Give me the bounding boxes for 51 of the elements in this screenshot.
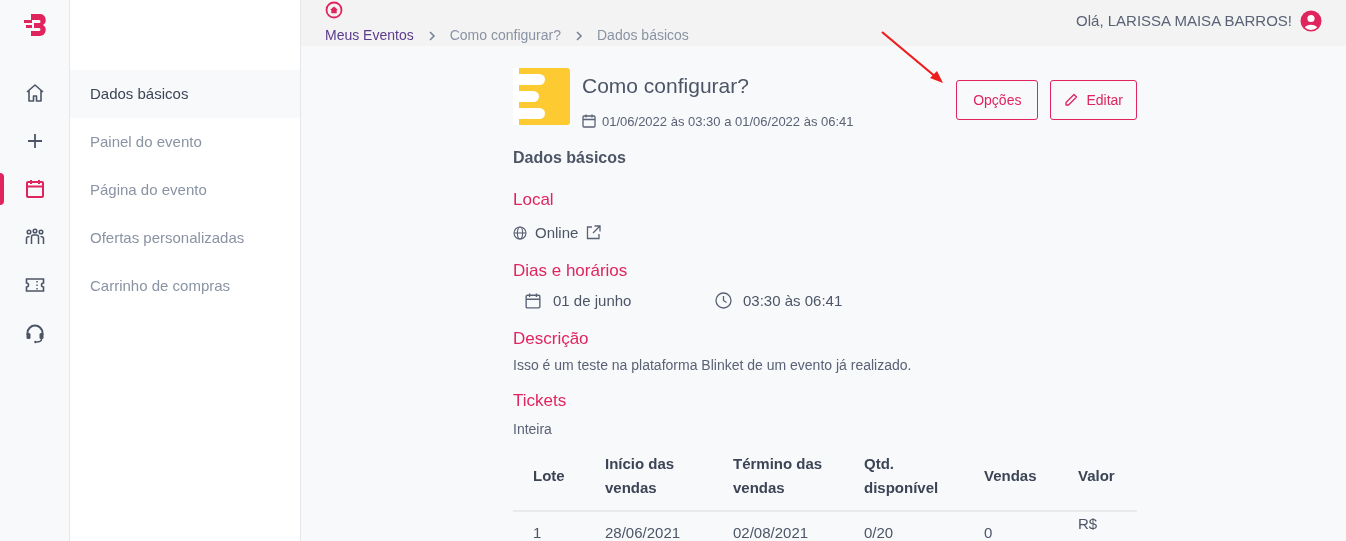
chevron-right-icon (575, 30, 583, 41)
active-indicator (0, 173, 4, 205)
event-date: 01 de junho (553, 290, 633, 311)
column-header: Término das vendas (733, 448, 864, 511)
section-heading: Local (513, 189, 555, 211)
calendar-icon (582, 114, 596, 129)
globe-icon (513, 225, 527, 240)
calendar-icon (525, 292, 541, 309)
headset-icon[interactable] (23, 322, 46, 344)
table-cell: 02/08/2021 (733, 511, 864, 541)
event-time: 03:30 às 06:41 (743, 290, 843, 311)
clock-icon (715, 292, 732, 310)
submenu-item[interactable]: Dados básicos (70, 70, 300, 118)
table-cell: 0 (984, 511, 1078, 541)
options-button[interactable]: Opções (956, 80, 1039, 120)
submenu-item[interactable]: Página do evento (70, 166, 300, 214)
location-link[interactable]: Online (535, 221, 579, 244)
section-heading: Descrição (513, 328, 590, 350)
submenu-item[interactable]: Painel do evento (70, 118, 300, 166)
column-header: Qtd. disponível (864, 448, 984, 511)
calendar-icon[interactable] (23, 178, 46, 200)
event-logo-drawing (513, 68, 570, 125)
column-header: Lote (513, 448, 605, 511)
user-avatar-icon[interactable] (1300, 10, 1322, 33)
description-text: Isso é um teste na plataforma Blinket de um evento já realizado. (513, 355, 913, 375)
table-cell: R$ (1078, 511, 1137, 541)
section-heading: Dias e horários (513, 260, 629, 282)
table-cell: 28/06/2021 (605, 511, 733, 541)
annotation-arrow (879, 30, 945, 85)
breadcrumb-link[interactable]: Dados básicos (597, 25, 689, 46)
column-header: Início das vendas (605, 448, 733, 511)
edit-button[interactable]: Editar (1050, 80, 1137, 120)
breadcrumb-link[interactable]: Como configurar? (449, 25, 561, 46)
table-cell: 0/20 (864, 511, 984, 541)
event-title: Como configurar? (582, 73, 750, 99)
greeting-text: Olá, LARISSA MAISA BARROS! (1076, 11, 1292, 31)
table-cell: 1 (513, 511, 605, 541)
section-title: Dados básicos (513, 148, 627, 168)
breadcrumb-link[interactable]: Meus Eventos (325, 25, 414, 46)
submenu-item[interactable]: Ofertas personalizadas (70, 214, 300, 262)
column-header: Vendas (984, 448, 1078, 511)
external-link-icon[interactable] (586, 225, 602, 241)
logo-icon (22, 12, 47, 38)
home-icon[interactable] (325, 1, 343, 19)
event-period: 01/06/2022 às 03:30 a 01/06/2022 às 06:41 (602, 112, 854, 131)
pencil-icon (1064, 93, 1079, 107)
column-header: Valor (1078, 448, 1137, 511)
ticket-name: Inteira (513, 420, 553, 439)
section-heading: Tickets (513, 389, 568, 412)
chevron-right-icon (427, 30, 436, 41)
submenu-item[interactable]: Carrinho de compras (70, 262, 300, 310)
